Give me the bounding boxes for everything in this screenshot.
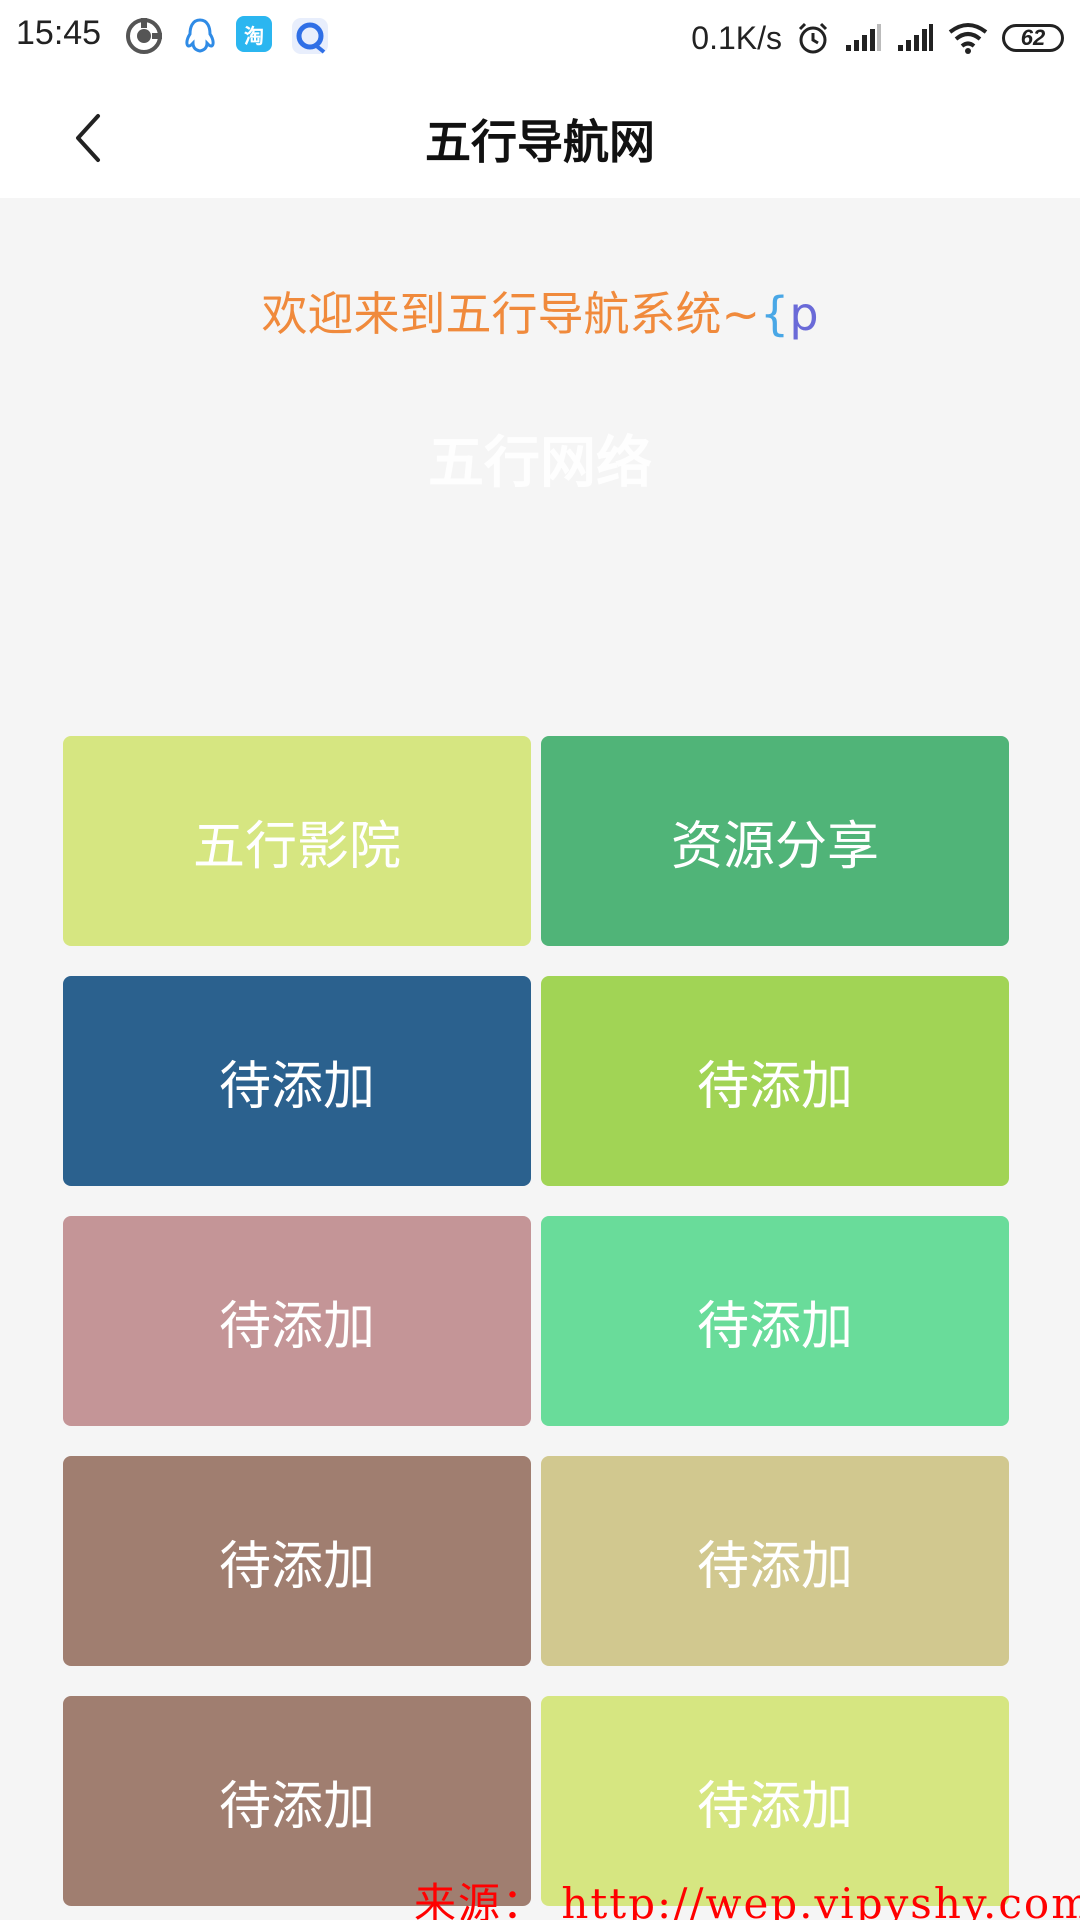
tile-placeholder[interactable]: 待添加: [63, 1456, 531, 1666]
tile-placeholder[interactable]: 待添加: [541, 1216, 1009, 1426]
welcome-text: 欢迎来到五行导航系统~{p: [0, 278, 1080, 344]
taobao-icon: 淘: [236, 16, 272, 52]
taobao-icon-label: 淘: [244, 23, 264, 48]
tile-cinema[interactable]: 五行影院: [63, 736, 531, 946]
status-right: 0.1K/s 62: [691, 14, 1064, 62]
page-title: 五行导航网: [425, 115, 655, 169]
signal-icon: [898, 24, 933, 51]
alarm-icon: [798, 22, 828, 54]
status-time: 15:45: [16, 14, 102, 52]
battery-level: 62: [1020, 25, 1046, 50]
wifi-icon: [948, 23, 988, 54]
hub-icon: [126, 18, 162, 54]
tile-placeholder[interactable]: 待添加: [541, 1456, 1009, 1666]
battery-icon: 62: [1002, 24, 1064, 52]
welcome-message: 欢迎来到五行导航系统~: [261, 287, 761, 341]
welcome-p: p: [789, 287, 819, 341]
tile-placeholder[interactable]: 待添加: [541, 976, 1009, 1186]
qq-icon: [185, 18, 215, 53]
tile-placeholder[interactable]: 待添加: [63, 976, 531, 1186]
tile-placeholder[interactable]: 待添加: [63, 1216, 531, 1426]
screen: 15:45 淘 0.1K/s 62 五行导航网 欢迎来到五行导航系统~{p 五行…: [0, 0, 1080, 1920]
network-title: 五行网络: [428, 431, 652, 496]
signal-icon: [846, 24, 881, 51]
browser-icon: [292, 18, 328, 54]
status-bar: 15:45 淘 0.1K/s 62: [0, 0, 1080, 76]
tile-resource-share[interactable]: 资源分享: [541, 736, 1009, 946]
net-speed: 0.1K/s: [691, 19, 782, 56]
nav-bar: 五行导航网: [0, 76, 1080, 198]
nav-grid: 五行影院 资源分享 待添加 待添加 待添加 待添加 待添加 待添加 待添加 待添…: [63, 736, 1009, 1906]
source-watermark: 来源： http://wep.vipyshy.com: [414, 1879, 1080, 1920]
welcome-brace: {: [760, 287, 790, 341]
